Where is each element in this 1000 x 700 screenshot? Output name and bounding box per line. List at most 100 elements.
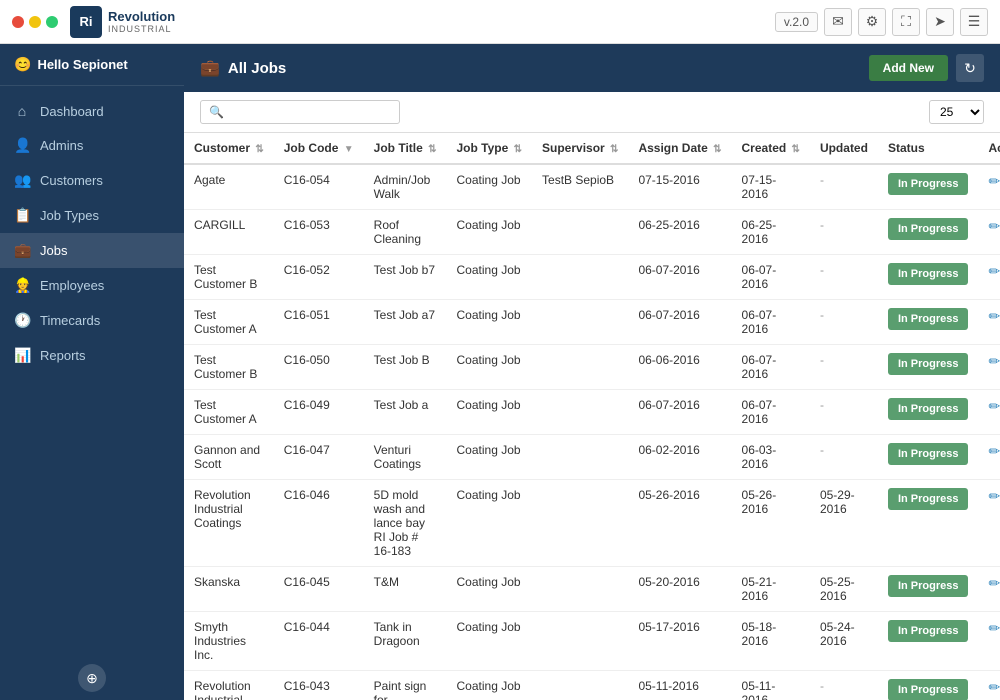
cell-actions: ✏ 🗑: [978, 435, 1000, 480]
cell-job-title: Paint sign for: [364, 671, 447, 700]
cell-status: In Progress: [878, 435, 979, 480]
col-created[interactable]: Created ⇅: [732, 133, 810, 164]
cell-updated: -: [810, 671, 878, 700]
cell-customer: CARGILL: [184, 210, 274, 255]
cell-assign-date: 06-07-2016: [628, 390, 731, 435]
status-button[interactable]: In Progress: [888, 620, 969, 642]
sidebar-item-dashboard[interactable]: ⌂ Dashboard: [0, 94, 184, 128]
status-button[interactable]: In Progress: [888, 575, 969, 597]
cell-supervisor: [532, 345, 628, 390]
edit-icon[interactable]: ✏: [988, 263, 1000, 280]
cell-supervisor: [532, 480, 628, 567]
col-customer[interactable]: Customer ⇅: [184, 133, 274, 164]
sidebar-item-reports[interactable]: 📊 Reports: [0, 338, 184, 373]
sidebar-item-job-types[interactable]: 📋 Job Types: [0, 198, 184, 233]
jobs-header-title: All Jobs: [228, 60, 861, 77]
table-row: Test Customer A C16-049 Test Job a Coati…: [184, 390, 1000, 435]
sidebar-item-jobs[interactable]: 💼 Jobs: [0, 233, 184, 268]
cell-created: 05-18-2016: [732, 612, 810, 671]
edit-icon[interactable]: ✏: [988, 218, 1000, 235]
cell-assign-date: 05-26-2016: [628, 480, 731, 567]
sidebar-item-label: Job Types: [40, 208, 99, 223]
sidebar-user: 😊 Hello Sepionet: [0, 44, 184, 86]
cell-actions: ✏ 🗑: [978, 345, 1000, 390]
user-greeting: Hello Sepionet: [37, 57, 127, 72]
cell-customer: Test Customer B: [184, 345, 274, 390]
logo-text-block: Revolution INDUSTRIAL: [108, 9, 175, 35]
fullscreen-button[interactable]: ⛶: [892, 8, 920, 36]
edit-icon[interactable]: ✏: [988, 575, 1000, 592]
status-button[interactable]: In Progress: [888, 488, 969, 510]
status-button[interactable]: In Progress: [888, 443, 969, 465]
sidebar-item-admins[interactable]: 👤 Admins: [0, 128, 184, 163]
col-status: Status: [878, 133, 979, 164]
edit-icon[interactable]: ✏: [988, 679, 1000, 696]
cell-supervisor: [532, 210, 628, 255]
mail-button[interactable]: ✉: [824, 8, 852, 36]
cell-status: In Progress: [878, 255, 979, 300]
jobs-header-icon: 💼: [200, 58, 220, 78]
cell-status: In Progress: [878, 390, 979, 435]
per-page-select[interactable]: 25 50 100: [929, 100, 984, 124]
cell-status: In Progress: [878, 345, 979, 390]
col-supervisor[interactable]: Supervisor ⇅: [532, 133, 628, 164]
export-button[interactable]: ➤: [926, 8, 954, 36]
col-job-code[interactable]: Job Code ▼: [274, 133, 364, 164]
sidebar-item-employees[interactable]: 👷 Employees: [0, 268, 184, 303]
status-button[interactable]: In Progress: [888, 679, 969, 700]
edit-icon[interactable]: ✏: [988, 353, 1000, 370]
search-input[interactable]: [230, 105, 391, 119]
edit-icon[interactable]: ✏: [988, 488, 1000, 505]
edit-icon[interactable]: ✏: [988, 398, 1000, 415]
cell-created: 06-07-2016: [732, 300, 810, 345]
cell-updated: -: [810, 255, 878, 300]
status-button[interactable]: In Progress: [888, 308, 969, 330]
refresh-button[interactable]: ↻: [956, 54, 984, 82]
cell-created: 06-07-2016: [732, 390, 810, 435]
cell-status: In Progress: [878, 300, 979, 345]
col-job-title[interactable]: Job Title ⇅: [364, 133, 447, 164]
status-button[interactable]: In Progress: [888, 353, 969, 375]
col-updated[interactable]: Updated: [810, 133, 878, 164]
sidebar-item-timecards[interactable]: 🕐 Timecards: [0, 303, 184, 338]
cell-assign-date: 07-15-2016: [628, 164, 731, 210]
menu-button[interactable]: ☰: [960, 8, 988, 36]
employees-icon: 👷: [14, 277, 30, 294]
cell-supervisor: [532, 671, 628, 700]
table-row: Skanska C16-045 T&M Coating Job 05-20-20…: [184, 567, 1000, 612]
status-button[interactable]: In Progress: [888, 173, 969, 195]
cell-actions: ✏ 🗑: [978, 567, 1000, 612]
cell-job-type: Coating Job: [447, 480, 533, 567]
edit-icon[interactable]: ✏: [988, 308, 1000, 325]
status-button[interactable]: In Progress: [888, 398, 969, 420]
settings-button[interactable]: ⚙: [858, 8, 886, 36]
col-job-type[interactable]: Job Type ⇅: [447, 133, 533, 164]
cell-created: 06-03-2016: [732, 435, 810, 480]
edit-icon[interactable]: ✏: [988, 443, 1000, 460]
status-button[interactable]: In Progress: [888, 263, 969, 285]
cell-supervisor: [532, 390, 628, 435]
table-row: Smyth Industries Inc. C16-044 Tank in Dr…: [184, 612, 1000, 671]
cell-supervisor: [532, 567, 628, 612]
cell-customer: Agate: [184, 164, 274, 210]
add-new-button[interactable]: Add New: [869, 55, 948, 81]
timecards-icon: 🕐: [14, 312, 30, 329]
cell-status: In Progress: [878, 480, 979, 567]
table-row: Agate C16-054 Admin/Job Walk Coating Job…: [184, 164, 1000, 210]
edit-icon[interactable]: ✏: [988, 173, 1000, 190]
logo-sub: INDUSTRIAL: [108, 24, 175, 34]
cell-assign-date: 06-07-2016: [628, 255, 731, 300]
app-logo: Ri Revolution INDUSTRIAL: [70, 6, 175, 38]
sidebar-toggle-button[interactable]: ⊕: [78, 664, 106, 692]
cell-job-code: C16-043: [274, 671, 364, 700]
col-assign-date[interactable]: Assign Date ⇅: [628, 133, 731, 164]
cell-actions: ✏ 🗑: [978, 671, 1000, 700]
logo-name: Revolution: [108, 9, 175, 25]
table-row: Revolution Industrial Coatings C16-046 5…: [184, 480, 1000, 567]
jobs-icon: 💼: [14, 242, 30, 259]
edit-icon[interactable]: ✏: [988, 620, 1000, 637]
cell-assign-date: 06-25-2016: [628, 210, 731, 255]
sidebar-item-customers[interactable]: 👥 Customers: [0, 163, 184, 198]
status-button[interactable]: In Progress: [888, 218, 969, 240]
job-types-icon: 📋: [14, 207, 30, 224]
